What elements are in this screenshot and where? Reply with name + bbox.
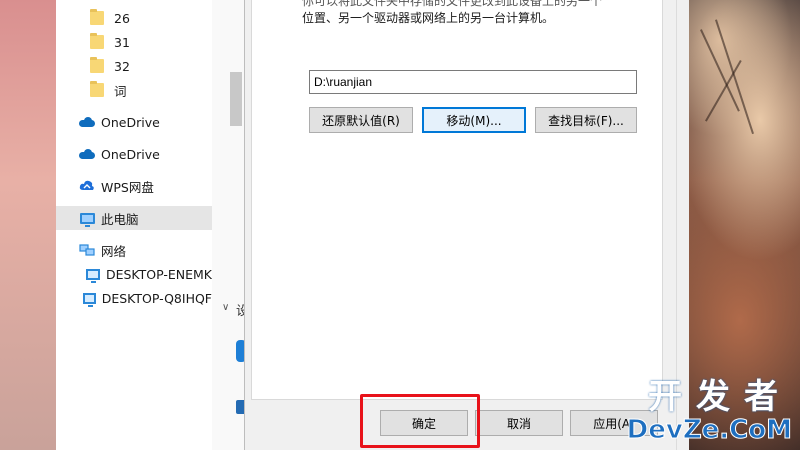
network-icon	[79, 244, 95, 256]
properties-dialog: 你可以将此文件夹中存储的文件更改到此设备上的另一个 位置、另一个驱动器或网络上的…	[244, 0, 677, 450]
find-target-label: 查找目标(F)...	[548, 113, 624, 128]
onedrive-icon	[79, 149, 95, 159]
nav-item-label: DESKTOP-Q8IHQF	[101, 290, 212, 306]
chevron-down-icon[interactable]: ∨	[222, 302, 229, 313]
description-text-line2: 位置、另一个驱动器或网络上的另一台计算机。	[302, 11, 555, 25]
folder-icon	[90, 81, 104, 97]
nav-item-folder-31[interactable]: 31	[56, 30, 212, 54]
cancel-label: 取消	[506, 416, 531, 431]
folder-icon	[90, 33, 104, 49]
folder-icon	[90, 9, 104, 25]
desktop-background-left-edge	[0, 0, 60, 450]
restore-default-label: 还原默认值(R)	[322, 113, 400, 128]
nav-item-label: 此电脑	[101, 211, 139, 227]
nav-item-network[interactable]: 网络	[56, 238, 212, 262]
nav-item-onedrive-2[interactable]: OneDrive	[56, 142, 212, 166]
nav-item-label: WPS网盘	[101, 179, 154, 195]
nav-item-label: 词	[114, 83, 127, 99]
move-label: 移动(M)...	[446, 113, 502, 128]
wps-cloud-icon	[79, 180, 94, 190]
this-pc-icon	[80, 212, 95, 227]
location-tab-panel: 你可以将此文件夹中存储的文件更改到此设备上的另一个 位置、另一个驱动器或网络上的…	[251, 0, 663, 400]
computer-icon	[82, 292, 96, 307]
nav-item-label: OneDrive	[101, 146, 160, 162]
folder-icon	[90, 57, 104, 73]
description-text-line1: 你可以将此文件夹中存储的文件更改到此设备上的另一个	[302, 0, 603, 8]
nav-item-folder-26[interactable]: 26	[56, 6, 212, 30]
nav-item-this-pc[interactable]: 此电脑	[56, 206, 212, 230]
restore-default-button[interactable]: 还原默认值(R)	[309, 107, 413, 133]
watermark-title: 开发者	[648, 377, 792, 417]
onedrive-icon	[79, 117, 95, 127]
nav-item-label: 26	[114, 10, 130, 26]
nav-item-desktop-enemk[interactable]: DESKTOP-ENEMK	[56, 262, 212, 286]
nav-item-onedrive-1[interactable]: OneDrive	[56, 110, 212, 134]
move-button[interactable]: 移动(M)...	[422, 107, 526, 133]
nav-item-label: 网络	[101, 243, 127, 259]
explorer-scrollbar-thumb[interactable]	[230, 72, 242, 126]
nav-item-desktop-q8ihqf[interactable]: DESKTOP-Q8IHQF	[56, 286, 212, 310]
nav-item-folder-ci[interactable]: 词	[56, 78, 212, 102]
computer-icon	[85, 268, 100, 283]
explorer-content-strip	[212, 0, 244, 450]
nav-item-label: OneDrive	[101, 114, 160, 130]
location-path-input[interactable]	[309, 70, 637, 94]
nav-item-label: 32	[114, 58, 130, 74]
nav-item-label: 31	[114, 34, 130, 50]
watermark-domain: DevZe.CoM	[626, 415, 792, 445]
nav-item-wps-cloud[interactable]: WPS网盘	[56, 174, 212, 198]
find-target-button[interactable]: 查找目标(F)...	[535, 107, 637, 133]
annotation-highlight-box	[360, 394, 480, 448]
cancel-button[interactable]: 取消	[475, 410, 563, 436]
nav-item-label: DESKTOP-ENEMK	[105, 266, 212, 282]
watermark: 开发者 DevZe.CoM	[626, 377, 792, 445]
nav-item-folder-32[interactable]: 32	[56, 54, 212, 78]
